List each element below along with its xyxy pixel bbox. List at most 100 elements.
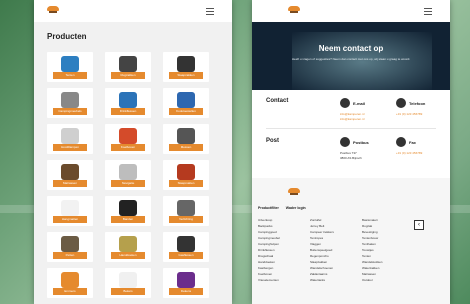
footer-link[interactable]: Tentenbouw — [362, 236, 412, 240]
product-thumbnail — [119, 272, 137, 288]
footer-link[interactable]: Buitenspeelgoed — [310, 248, 360, 252]
product-label: Koelboxen — [111, 144, 145, 151]
footer-logo-icon[interactable] — [288, 188, 300, 196]
product-tile[interactable]: Koelboxen — [105, 124, 151, 154]
product-tile[interactable]: Drinkflessen — [105, 88, 151, 118]
product-tile[interactable]: Matrassen — [47, 160, 93, 190]
footer-link[interactable]: Campinghulpen — [258, 242, 308, 246]
product-tile[interactable]: Tenten — [47, 52, 93, 82]
fax-icon — [396, 137, 406, 147]
product-label: Dekens — [169, 288, 203, 295]
footer-link[interactable]: Bevestiging — [362, 230, 412, 234]
footer-link[interactable]: Regenponcho — [310, 254, 360, 258]
top-bar — [34, 0, 232, 22]
footer-link[interactable]: Matrassen — [362, 272, 412, 276]
tab-wader-login[interactable]: Wader login — [286, 206, 306, 210]
product-label: Slaapzakken — [169, 72, 203, 79]
product-tile[interactable]: Campingmeubels — [47, 88, 93, 118]
footer-link[interactable]: Tenten — [362, 254, 412, 258]
footer-link[interactable]: Touwtjes — [362, 248, 412, 252]
tab-productfilter[interactable]: Productfilter — [258, 206, 279, 210]
logo-icon[interactable] — [47, 6, 59, 14]
product-label: Messen — [169, 144, 203, 151]
product-thumbnail — [177, 128, 195, 144]
hero-title: Neem contact op — [318, 44, 384, 53]
footer-link[interactable]: Kastbergen — [258, 266, 308, 270]
product-tile[interactable]: Verlichting — [163, 196, 209, 226]
footer-link[interactable]: Drinkflessen — [258, 248, 308, 252]
product-thumbnail — [177, 200, 195, 216]
product-thumbnail — [177, 272, 195, 288]
footer-link[interactable]: Vrieselementen — [258, 278, 308, 282]
product-tile[interactable]: Emmers — [47, 268, 93, 298]
footer-link[interactable]: Basismateri — [362, 218, 412, 222]
email-icon — [340, 98, 350, 108]
footer-link[interactable]: Tenthaken — [362, 242, 412, 246]
footer-link[interactable]: Waterzakken — [362, 266, 412, 270]
products-page: Producten Tenten Rugzakken Slaapzakken Camp… — [34, 0, 232, 304]
product-tile[interactable]: Handdoeken — [105, 232, 151, 262]
footer-link[interactable]: Campeer trekkers — [310, 230, 360, 234]
product-thumbnail — [61, 200, 79, 216]
postbus-line-2: 3800 AS Bijnsch — [340, 156, 362, 160]
footer-link[interactable]: Rugzak — [362, 224, 412, 228]
footer-link[interactable]: Vlaggen — [310, 242, 360, 246]
product-thumbnail — [61, 92, 79, 108]
footer-link[interactable]: Outdoor — [362, 278, 412, 282]
footer-link[interactable]: Jerrey Belt — [310, 224, 360, 228]
product-tile[interactable]: Slaapmatten — [163, 160, 209, 190]
footer-link[interactable]: Watertanks — [310, 278, 360, 282]
footer-back-button[interactable]: ‹ — [414, 220, 424, 230]
product-label: Bekers — [111, 288, 145, 295]
product-thumbnail — [119, 200, 137, 216]
footer-link[interactable]: Campingmeubel — [258, 236, 308, 240]
contact-page: Neem contact op Heeft u vragen of sugges… — [252, 0, 450, 304]
product-tile[interactable]: Dekens — [163, 268, 209, 298]
footer-link[interactable]: Slaapzakken — [310, 260, 360, 264]
footer-link[interactable]: Backpacks — [258, 224, 308, 228]
footer-link[interactable]: Tentropes — [310, 236, 360, 240]
hero-glow — [292, 32, 432, 90]
hamburger-menu-icon[interactable] — [424, 8, 432, 15]
logo-icon[interactable] — [288, 6, 300, 14]
product-tile[interactable]: Bekers — [105, 268, 151, 298]
product-tile[interactable]: Gasflessen — [163, 232, 209, 262]
contact-heading: Contact — [266, 98, 289, 104]
product-tile[interactable]: Hoofdlampen — [47, 124, 93, 154]
product-label: Navigatie — [111, 180, 145, 187]
footer-link[interactable]: Koelboxen — [258, 272, 308, 276]
product-label: Gasflessen — [169, 252, 203, 259]
footer: Productfilter Wader login Uitverkoop Back… — [252, 178, 450, 304]
footer-link[interactable]: Zaklantaarns — [310, 272, 360, 276]
footer-link[interactable]: Wandelschoenen — [310, 266, 360, 270]
footer-link[interactable]: Zonluifel — [310, 218, 360, 222]
footer-link[interactable]: Handdoeken — [258, 260, 308, 264]
footer-link[interactable]: Uitverkoop — [258, 218, 308, 222]
fax-line[interactable]: +31 (0) 123 456789 — [396, 151, 422, 155]
footer-link[interactable]: Campinggoed — [258, 230, 308, 234]
email-line-1[interactable]: info@kamperen.nl — [340, 112, 364, 116]
product-label: Tenten — [53, 72, 87, 79]
product-tile[interactable]: Kooktoestellen — [163, 88, 209, 118]
product-thumbnail — [177, 236, 195, 252]
hamburger-menu-icon[interactable] — [206, 8, 214, 15]
product-tile[interactable]: Rugzakken — [105, 52, 151, 82]
product-thumbnail — [119, 92, 137, 108]
product-thumbnail — [177, 164, 195, 180]
product-tile[interactable]: Banden — [105, 196, 151, 226]
product-thumbnail — [61, 164, 79, 180]
product-tile[interactable]: Navigatie — [105, 160, 151, 190]
product-label: Rugzakken — [111, 72, 145, 79]
footer-link[interactable]: Wandelstokken — [362, 260, 412, 264]
phone-line[interactable]: +31 (0) 123 456789 — [396, 112, 422, 116]
footer-link[interactable]: Dragschaal — [258, 254, 308, 258]
email-line-2[interactable]: info@kamperen.nl — [340, 117, 364, 121]
product-tile[interactable]: Petten — [47, 232, 93, 262]
product-tile[interactable]: Messen — [163, 124, 209, 154]
product-thumbnail — [119, 56, 137, 72]
product-thumbnail — [177, 92, 195, 108]
footer-col-3: Basismateri Rugzak Bevestiging Tentenbouw Te… — [362, 218, 412, 284]
product-thumbnail — [61, 272, 79, 288]
product-tile[interactable]: Hangmatten — [47, 196, 93, 226]
product-tile[interactable]: Slaapzakken — [163, 52, 209, 82]
